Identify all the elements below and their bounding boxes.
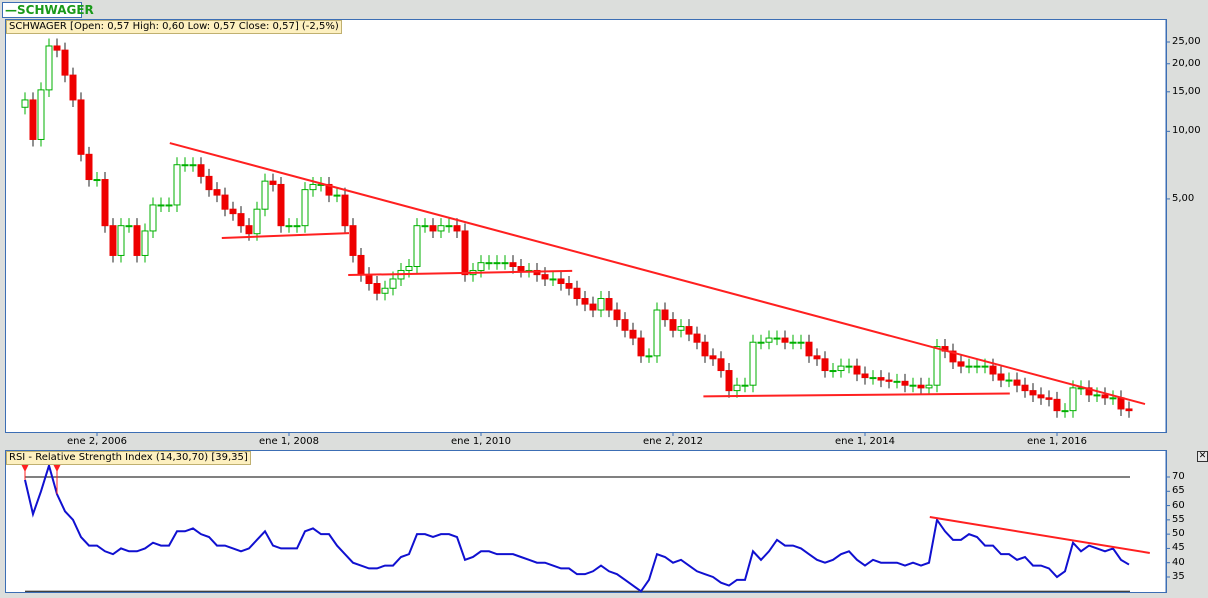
rsi-tick-label: 40 xyxy=(1172,556,1185,568)
rsi-tick-label: 45 xyxy=(1172,542,1185,554)
price-info-box: SCHWAGER [Open: 0,57 High: 0,60 Low: 0,5… xyxy=(6,20,342,34)
price-chart-panel[interactable] xyxy=(5,19,1167,433)
date-tick-label: ene 2, 2006 xyxy=(67,436,127,447)
rsi-tick-label: 50 xyxy=(1172,528,1185,540)
rsi-info-box: RSI - Relative Strength Index (14,30,70)… xyxy=(6,451,251,465)
rsi-tick-label: 60 xyxy=(1172,499,1185,511)
rsi-chart-panel[interactable] xyxy=(5,450,1167,593)
rsi-tick-label: 35 xyxy=(1172,570,1185,582)
series-legend[interactable]: —SCHWAGER xyxy=(2,2,94,18)
price-tick-label: 25,00 xyxy=(1172,36,1201,47)
price-tick-label: 20,00 xyxy=(1172,57,1201,69)
legend-label: SCHWAGER xyxy=(17,3,94,17)
price-tick-label: 10,00 xyxy=(1172,125,1201,137)
rsi-tick-label: 65 xyxy=(1172,485,1185,497)
close-icon[interactable]: ✕ xyxy=(1197,451,1208,462)
date-tick-label: ene 1, 2016 xyxy=(1027,436,1087,447)
date-tick-label: ene 1, 2010 xyxy=(451,436,511,447)
price-tick-label: 5,00 xyxy=(1172,192,1195,204)
date-tick-label: ene 2, 2012 xyxy=(643,436,703,447)
rsi-tick-label: 55 xyxy=(1172,513,1185,525)
price-tick-label: 15,00 xyxy=(1172,85,1201,97)
legend-line-icon: — xyxy=(5,3,17,17)
rsi-tick-label: 70 xyxy=(1172,471,1185,482)
date-tick-label: ene 1, 2008 xyxy=(259,436,319,447)
date-tick-label: ene 1, 2014 xyxy=(835,436,895,447)
